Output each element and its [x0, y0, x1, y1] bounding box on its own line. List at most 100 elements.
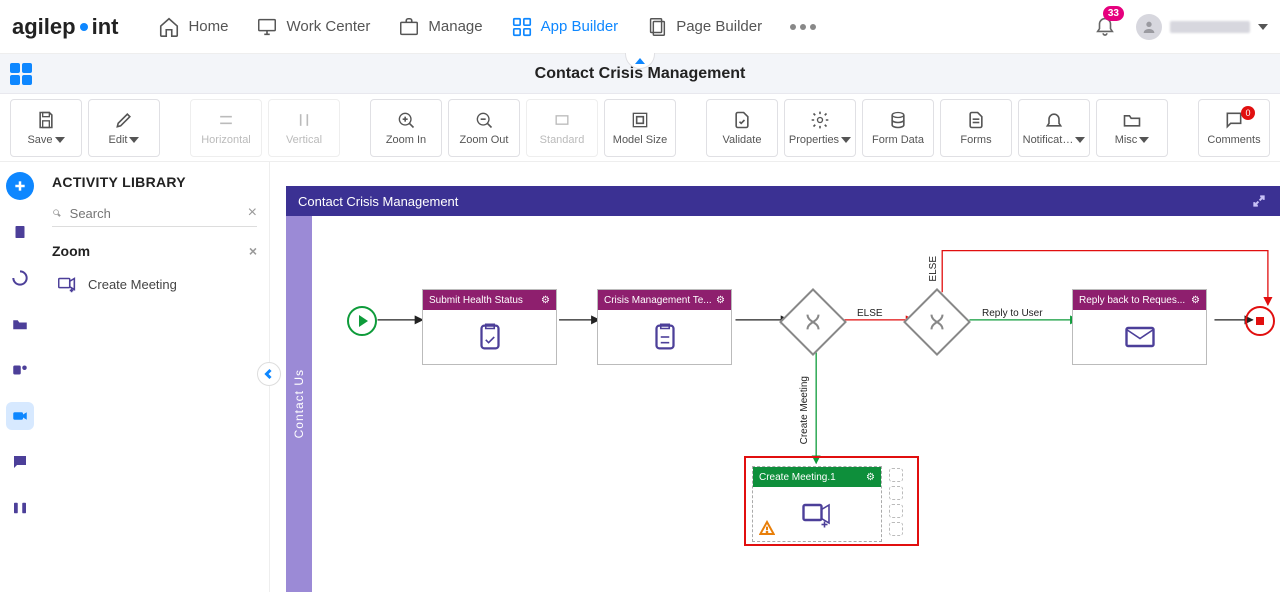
chat-icon: [11, 453, 29, 471]
nav-home[interactable]: Home: [158, 16, 228, 38]
node-ports[interactable]: [889, 468, 903, 536]
comments-count-badge: 0: [1241, 106, 1255, 120]
node-crisis-label: Crisis Management Te...: [604, 295, 712, 306]
top-nav: agilepint Home Work Center Manage App Bu…: [0, 0, 1280, 54]
brand-logo[interactable]: agilepint: [12, 14, 118, 40]
canvas-expand[interactable]: [1250, 192, 1268, 210]
tool-model-size[interactable]: Model Size: [604, 99, 676, 157]
teams-icon: [11, 361, 29, 379]
clipboard-icon: [11, 223, 29, 241]
sidebar-heading: ACTIVITY LIBRARY: [52, 174, 257, 190]
nav-app-builder[interactable]: App Builder: [511, 16, 619, 38]
category-clear[interactable]: ×: [249, 243, 257, 259]
end-node[interactable]: [1245, 306, 1275, 336]
node-crisis-team[interactable]: Crisis Management Te... ⚙: [597, 289, 732, 365]
nav-right: 33: [1094, 14, 1268, 40]
tool-save[interactable]: Save: [10, 99, 82, 157]
chevron-down-icon: [841, 137, 851, 143]
clipboard-check-icon: [473, 320, 507, 354]
node-reply-back[interactable]: Reply back to Reques... ⚙: [1072, 289, 1207, 365]
rail-add[interactable]: [6, 172, 34, 200]
gear-icon[interactable]: ⚙: [716, 295, 725, 306]
tool-forms[interactable]: Forms: [940, 99, 1012, 157]
user-name: [1170, 21, 1250, 33]
left-rail: [0, 162, 40, 592]
tool-validate-label: Validate: [723, 134, 762, 146]
canvas-wrap: Contact Crisis Management Contact Us: [270, 162, 1280, 592]
tool-vertical[interactable]: Vertical: [268, 99, 340, 157]
nav-page-builder[interactable]: Page Builder: [646, 16, 762, 38]
folder-icon: [11, 315, 29, 333]
lib-item-create-meeting[interactable]: Create Meeting: [52, 265, 257, 303]
gear-icon[interactable]: ⚙: [866, 472, 875, 483]
title-bar: Contact Crisis Management: [0, 54, 1280, 94]
sidebar-category[interactable]: Zoom ×: [52, 237, 257, 265]
node-reply-label: Reply back to Reques...: [1079, 295, 1185, 306]
validate-icon: [732, 110, 752, 130]
brand-text-a: agilep: [12, 14, 76, 40]
nav-manage-label: Manage: [428, 18, 482, 35]
tool-vertical-label: Vertical: [286, 134, 322, 146]
gear-icon[interactable]: ⚙: [1191, 295, 1200, 306]
rail-swirl[interactable]: [6, 264, 34, 292]
tool-misc[interactable]: Misc: [1096, 99, 1168, 157]
tool-form-data[interactable]: Form Data: [862, 99, 934, 157]
warning-icon[interactable]: [759, 520, 775, 539]
standard-icon: [552, 110, 572, 130]
edit-icon: [114, 110, 134, 130]
tool-standard[interactable]: Standard: [526, 99, 598, 157]
contact-us-tab[interactable]: Contact Us: [286, 216, 312, 592]
brand-dot-icon: [80, 23, 88, 31]
tool-horizontal[interactable]: Horizontal: [190, 99, 262, 157]
tool-comments-label: Comments: [1207, 134, 1260, 146]
rail-chat[interactable]: [6, 448, 34, 476]
nav-items: Home Work Center Manage App Builder Page…: [158, 16, 816, 38]
node-submit-health[interactable]: Submit Health Status⚙: [422, 289, 557, 365]
tool-zoom-out[interactable]: Zoom Out: [448, 99, 520, 157]
start-node[interactable]: [347, 306, 377, 336]
forms-icon: [966, 110, 986, 130]
tool-comments[interactable]: 0 Comments: [1198, 99, 1270, 157]
database-icon: [888, 110, 908, 130]
app-grid-button[interactable]: [10, 63, 32, 85]
nav-manage[interactable]: Manage: [398, 16, 482, 38]
tool-validate[interactable]: Validate: [706, 99, 778, 157]
vertical-icon: [294, 110, 314, 130]
tool-edit[interactable]: Edit: [88, 99, 160, 157]
tool-zoom-in[interactable]: Zoom In: [370, 99, 442, 157]
gear-icon[interactable]: ⚙: [541, 295, 550, 306]
notifications-button[interactable]: 33: [1094, 14, 1116, 39]
rail-folder[interactable]: [6, 310, 34, 338]
nav-app-builder-label: App Builder: [541, 18, 619, 35]
main: ACTIVITY LIBRARY × Zoom × Create Meeting…: [0, 162, 1280, 592]
rail-zoom[interactable]: [6, 402, 34, 430]
tool-properties[interactable]: Properties: [784, 99, 856, 157]
chevron-down-icon: [1139, 137, 1149, 143]
rail-slider[interactable]: [6, 494, 34, 522]
search-clear[interactable]: ×: [248, 204, 257, 222]
sidebar-collapse-button[interactable]: [257, 362, 281, 386]
sidebar-search[interactable]: ×: [52, 200, 257, 227]
apps-icon: [511, 16, 533, 38]
chevron-down-icon: [1258, 24, 1268, 30]
process-canvas[interactable]: Submit Health Status⚙ Crisis Management …: [312, 216, 1280, 592]
node-create-label: Create Meeting.1: [759, 472, 836, 483]
nav-work-center[interactable]: Work Center: [256, 16, 370, 38]
nav-more[interactable]: [790, 24, 816, 30]
expand-icon: [1252, 194, 1266, 208]
chevron-left-icon: [263, 368, 275, 380]
tool-notifications[interactable]: Notificat…: [1018, 99, 1090, 157]
rail-teams[interactable]: [6, 356, 34, 384]
tool-misc-label: Misc: [1115, 134, 1138, 146]
search-input[interactable]: [68, 205, 248, 222]
tool-standard-label: Standard: [540, 134, 585, 146]
rail-clipboard[interactable]: [6, 218, 34, 246]
edge-else-1: ELSE: [857, 308, 883, 319]
tool-notifications-label: Notificat…: [1023, 134, 1074, 146]
camera-icon: [11, 407, 29, 425]
user-menu[interactable]: [1136, 14, 1268, 40]
create-meeting-icon: [799, 496, 835, 532]
condition-icon: [926, 311, 948, 333]
horizontal-icon: [216, 110, 236, 130]
gear-icon: [810, 110, 830, 130]
